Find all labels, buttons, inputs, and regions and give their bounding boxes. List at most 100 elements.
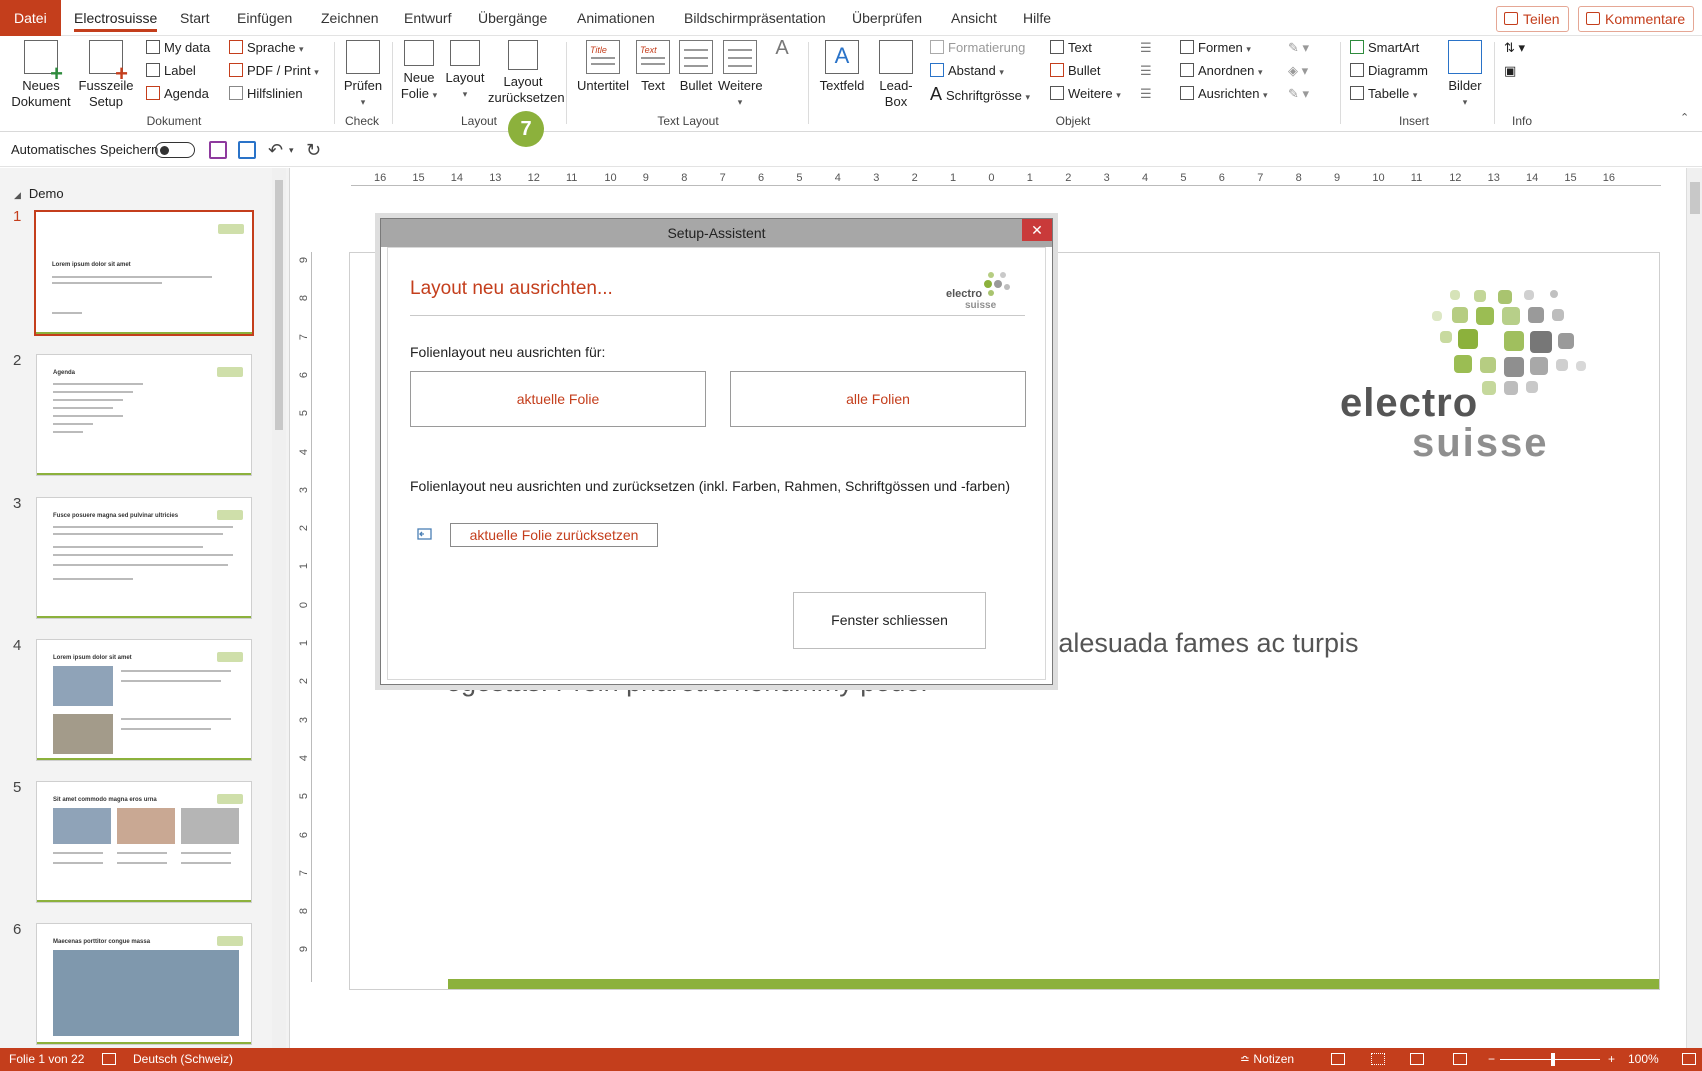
save-icon[interactable] bbox=[209, 141, 227, 159]
fusszeile-setup-button[interactable]: Fusszeile Setup bbox=[78, 40, 134, 110]
zoom-out-icon[interactable]: − bbox=[1488, 1052, 1495, 1066]
collapse-ribbon-icon[interactable]: ⌃ bbox=[1680, 108, 1689, 128]
shape-outline-icon[interactable]: ✎ ▾ bbox=[1288, 38, 1309, 58]
tab-zeichnen[interactable]: Zeichnen bbox=[321, 0, 379, 36]
zoom-slider-thumb[interactable] bbox=[1551, 1053, 1555, 1066]
slide-number: 1 bbox=[13, 208, 22, 225]
zoom-in-icon[interactable]: + bbox=[1608, 1052, 1615, 1066]
diagramm-button[interactable]: Diagramm bbox=[1350, 61, 1428, 81]
objekt-weitere-dropdown[interactable]: Weitere ▾ bbox=[1050, 84, 1121, 104]
neues-dokument-button[interactable]: Neues Dokument bbox=[8, 40, 74, 110]
scroll-thumb[interactable] bbox=[275, 180, 283, 430]
smartart-button[interactable]: SmartArt bbox=[1350, 38, 1419, 58]
text-style-button[interactable]: Text Text bbox=[636, 40, 670, 94]
formatierung-button[interactable]: Formatierung bbox=[930, 38, 1025, 58]
tab-datei[interactable]: Datei bbox=[0, 0, 61, 36]
schriftgroesse-dropdown[interactable]: A Schriftgrösse ▾ bbox=[930, 84, 1030, 104]
tab-ansicht[interactable]: Ansicht bbox=[951, 0, 997, 36]
objekt-bullet-button[interactable]: Bullet bbox=[1050, 61, 1101, 81]
scroll-thumb[interactable] bbox=[1690, 182, 1700, 214]
zoom-level[interactable]: 100% bbox=[1628, 1052, 1659, 1066]
my-data-button[interactable]: My data bbox=[146, 38, 210, 58]
language-status[interactable]: Deutsch (Schweiz) bbox=[133, 1052, 233, 1066]
section-header[interactable]: Demo bbox=[14, 186, 64, 201]
align-text-icon[interactable]: ☰ bbox=[1140, 38, 1152, 58]
slideshow-icon[interactable] bbox=[1453, 1053, 1467, 1065]
agenda-button[interactable]: Agenda bbox=[146, 84, 209, 104]
tab-hilfe[interactable]: Hilfe bbox=[1023, 0, 1051, 36]
label: Sprache bbox=[247, 40, 296, 55]
neue-folie-button[interactable]: Neue Folie ▾ bbox=[398, 40, 440, 103]
tab-einfuegen[interactable]: Einfügen bbox=[237, 0, 292, 36]
abstand-dropdown[interactable]: Abstand ▾ bbox=[930, 61, 1004, 81]
ruler-tick-label: 8 bbox=[298, 295, 311, 302]
bullet-style-button[interactable]: Bullet bbox=[678, 40, 714, 94]
slide-thumbnail-4[interactable]: Lorem ipsum dolor sit amet bbox=[36, 639, 252, 761]
info-document-icon[interactable]: ▣ bbox=[1504, 61, 1516, 81]
autosave-toggle[interactable] bbox=[155, 142, 195, 158]
pane-scrollbar[interactable] bbox=[272, 168, 286, 1048]
anordnen-dropdown[interactable]: Anordnen ▾ bbox=[1180, 61, 1263, 81]
weitere-styles-button[interactable]: Weitere ▾ bbox=[718, 40, 763, 110]
check-icon bbox=[346, 40, 380, 74]
save-as-icon[interactable] bbox=[238, 141, 256, 159]
redo-icon[interactable]: ↻ bbox=[306, 141, 324, 159]
sprache-dropdown[interactable]: Sprache ▾ bbox=[229, 38, 304, 58]
tabelle-dropdown[interactable]: Tabelle ▾ bbox=[1350, 84, 1417, 104]
slide-thumbnail-1[interactable]: Lorem ipsum dolor sit amet bbox=[34, 210, 254, 336]
formen-dropdown[interactable]: Formen ▾ bbox=[1180, 38, 1251, 58]
all-slides-button[interactable]: alle Folien bbox=[730, 371, 1026, 427]
hilfslinien-checkbox[interactable]: Hilfslinien bbox=[229, 84, 303, 104]
editor-scrollbar[interactable] bbox=[1686, 168, 1702, 1048]
ausrichten-dropdown[interactable]: Ausrichten ▾ bbox=[1180, 84, 1268, 104]
tab-animationen[interactable]: Animationen bbox=[577, 0, 655, 36]
layout-zuruecksetzen-button[interactable]: Layout zurücksetzen bbox=[488, 40, 565, 106]
lead-box-button[interactable]: Lead- Box bbox=[874, 40, 918, 110]
comments-button[interactable]: Kommentare bbox=[1578, 6, 1695, 32]
normal-view-icon[interactable] bbox=[1331, 1053, 1345, 1065]
slide-thumbnail-2[interactable]: Agenda bbox=[36, 354, 252, 476]
title-style-icon: Title bbox=[586, 40, 620, 74]
notes-button[interactable]: ≏ Notizen bbox=[1240, 1052, 1294, 1066]
slide-thumbnail-6[interactable]: Maecenas porttitor congue massa bbox=[36, 923, 252, 1045]
tab-ueberpruefen[interactable]: Überprüfen bbox=[852, 0, 922, 36]
justify-text-icon[interactable]: ☰ bbox=[1140, 61, 1152, 81]
objekt-text-button[interactable]: Text bbox=[1050, 38, 1092, 58]
reading-view-icon[interactable] bbox=[1410, 1053, 1424, 1065]
label-button[interactable]: Label bbox=[146, 61, 196, 81]
textfeld-button[interactable]: A Textfeld bbox=[816, 40, 868, 94]
tab-bildschirmpraesentation[interactable]: Bildschirmpräsentation bbox=[684, 0, 826, 36]
font-a-icon[interactable]: A bbox=[772, 38, 792, 58]
close-icon[interactable]: ✕ bbox=[1022, 219, 1052, 241]
label: Abstand bbox=[948, 63, 996, 78]
pdf-print-dropdown[interactable]: PDF / Print ▾ bbox=[229, 61, 319, 81]
current-slide-button[interactable]: aktuelle Folie bbox=[410, 371, 706, 427]
info-sort-icon[interactable]: ⇅ ▾ bbox=[1504, 38, 1525, 58]
zoom-slider-track[interactable] bbox=[1500, 1059, 1600, 1060]
tab-uebergaenge[interactable]: Übergänge bbox=[478, 0, 547, 36]
label: Bullet bbox=[679, 78, 713, 93]
shape-fill-icon[interactable]: ◈ ▾ bbox=[1288, 61, 1308, 81]
fit-to-window-icon[interactable] bbox=[1682, 1053, 1696, 1065]
slide-sorter-icon[interactable] bbox=[1371, 1053, 1385, 1065]
slide-thumbnail-5[interactable]: Sit amet commodo magna eros urna bbox=[36, 781, 252, 903]
bilder-button[interactable]: Bilder ▾ bbox=[1444, 40, 1486, 110]
slide-thumbnail-3[interactable]: Fusce posuere magna sed pulvinar ultrici… bbox=[36, 497, 252, 619]
reset-current-slide-button[interactable]: aktuelle Folie zurücksetzen bbox=[450, 523, 658, 547]
undo-icon[interactable]: ↶ bbox=[268, 141, 286, 159]
spellcheck-icon[interactable] bbox=[102, 1053, 116, 1065]
pruefen-button[interactable]: Prüfen ▾ bbox=[340, 40, 386, 110]
shape-effect-icon[interactable]: ✎ ▾ bbox=[1288, 84, 1309, 104]
indent-icon[interactable]: ☰ bbox=[1140, 84, 1152, 104]
layout-button[interactable]: Layout ▾ bbox=[444, 40, 486, 102]
tab-start[interactable]: Start bbox=[180, 0, 210, 36]
tab-entwurf[interactable]: Entwurf bbox=[404, 0, 451, 36]
close-window-button[interactable]: Fenster schliessen bbox=[793, 592, 986, 649]
untertitel-button[interactable]: Title Untertitel bbox=[574, 40, 632, 94]
share-button[interactable]: Teilen bbox=[1496, 6, 1569, 32]
green-bar bbox=[36, 332, 252, 334]
logo-square bbox=[1526, 381, 1538, 393]
group-separator bbox=[808, 42, 809, 124]
undo-dropdown-icon[interactable]: ▾ bbox=[289, 141, 307, 159]
tab-electrosuisse[interactable]: Electrosuisse bbox=[74, 0, 158, 36]
